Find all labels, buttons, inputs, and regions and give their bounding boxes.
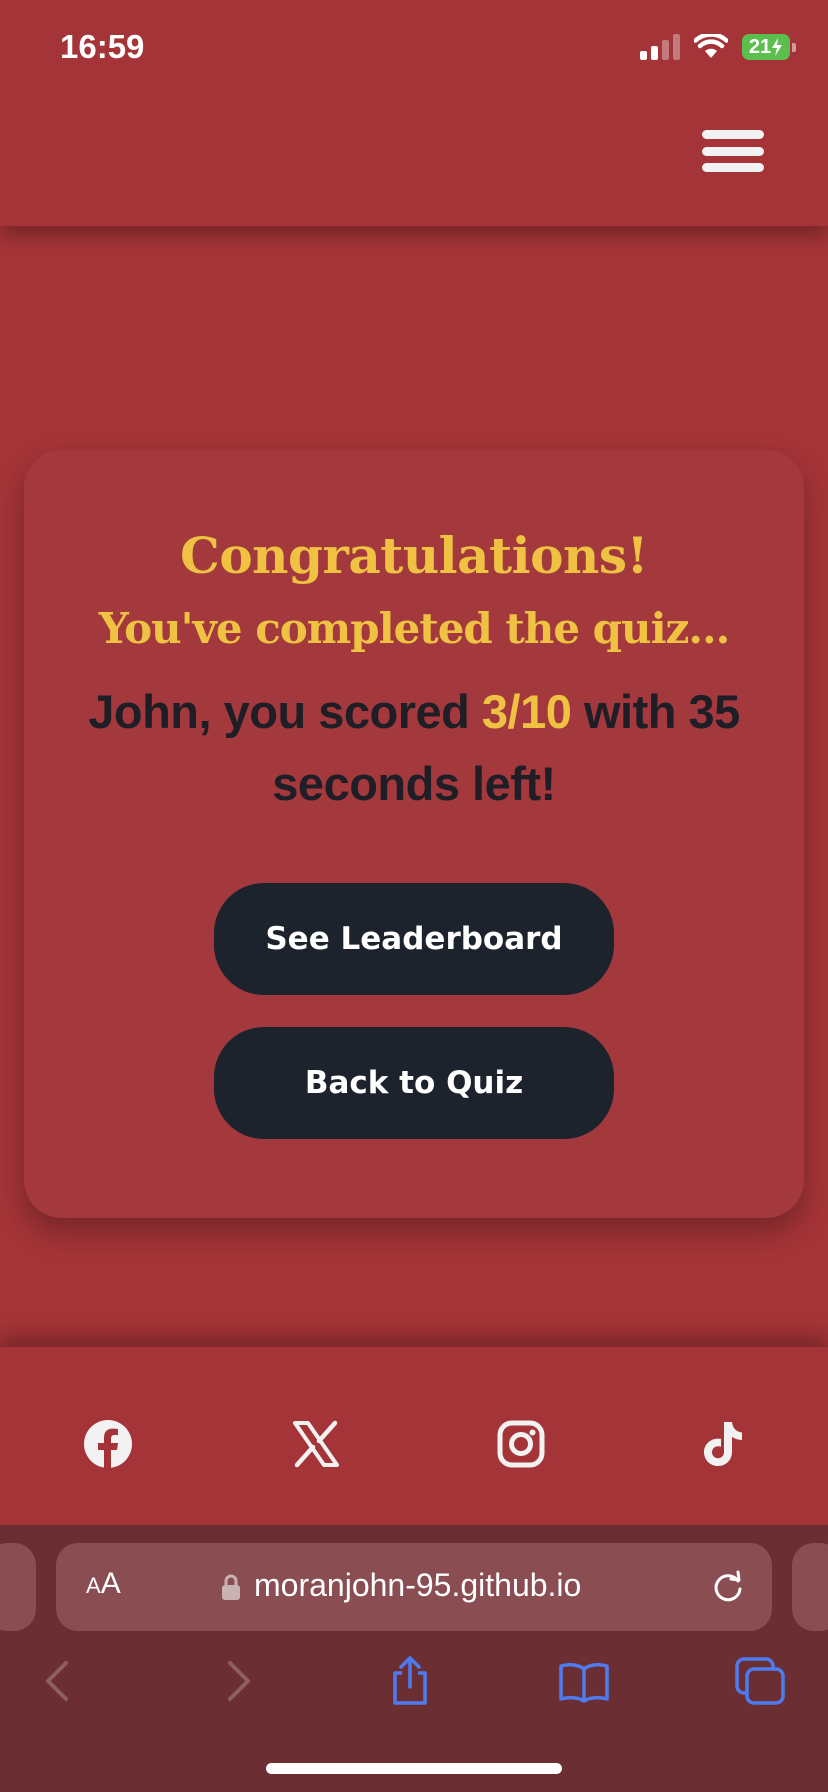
lock-icon [222,1574,240,1600]
tabs-icon[interactable] [734,1655,786,1707]
hamburger-menu-icon[interactable] [702,130,764,172]
bookmarks-icon[interactable] [558,1655,610,1707]
text-size-button[interactable]: AAAA [86,1567,121,1601]
battery-level: 21 [748,35,772,58]
screen: 16:59 21 Congratulations! You've complet… [0,0,828,1792]
charging-bolt-icon [772,38,783,56]
completed-subheading: You've completed the quiz... [98,604,731,653]
score-message: John, you scored 3/10 with 35 seconds le… [64,676,764,820]
forward-icon[interactable] [210,1655,262,1707]
see-leaderboard-button[interactable]: See Leaderboard [214,883,614,995]
instagram-icon[interactable] [496,1419,546,1469]
congratulations-heading: Congratulations! [180,526,648,585]
address-bar[interactable]: AAAA moranjohn-95.github.io [56,1543,772,1631]
url-text: moranjohn-95.github.io [254,1567,582,1603]
x-twitter-icon[interactable] [291,1419,341,1469]
browser-toolbar: AAAA moranjohn-95.github.io [0,1525,828,1792]
tiktok-icon[interactable] [698,1419,748,1469]
share-icon[interactable] [384,1655,436,1707]
next-tab-preview[interactable] [792,1543,828,1631]
wifi-icon [694,34,728,58]
status-time: 16:59 [60,28,145,65]
previous-tab-preview[interactable] [0,1543,36,1631]
result-card: Congratulations! You've completed the qu… [24,450,804,1218]
home-indicator[interactable] [266,1763,562,1774]
facebook-icon[interactable] [83,1419,133,1469]
score-prefix: John, you scored [88,685,482,738]
status-bar: 16:59 21 [0,0,828,100]
reload-icon[interactable] [710,1569,746,1605]
score-value: 3/10 [481,685,572,738]
cellular-signal-icon [640,34,680,60]
text-size-small-a: A [86,1573,101,1598]
battery-charging-icon: 21 [742,34,796,60]
status-icons: 21 [640,34,796,60]
site-footer [0,1347,828,1525]
back-icon[interactable] [34,1655,86,1707]
back-to-quiz-button[interactable]: Back to Quiz [214,1027,614,1139]
